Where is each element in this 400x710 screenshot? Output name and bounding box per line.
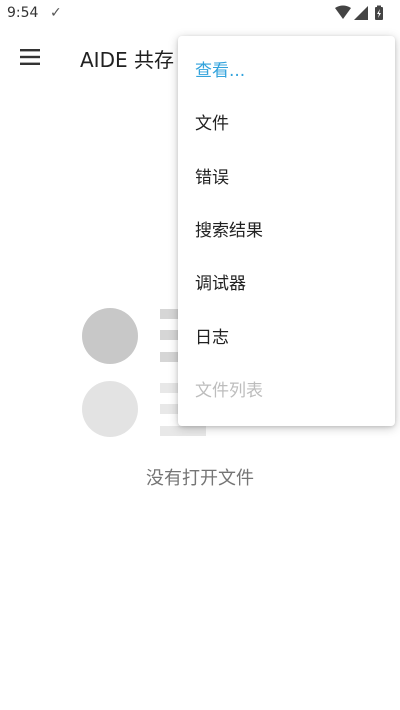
file-circle-top [82,308,138,364]
battery-charging-icon [375,5,383,20]
hamburger-menu-icon [20,49,40,65]
menu-item-errors[interactable]: 错误 [178,152,395,205]
file-circle-bottom [82,381,138,437]
menu-item-log[interactable]: 日志 [178,312,395,365]
status-bar: 9:54 ✓ [0,0,400,28]
status-time: 9:54 [7,5,39,21]
menu-item-files[interactable]: 文件 [178,98,395,151]
menu-item-file-list: 文件列表 [195,381,263,401]
overflow-menu: 查看... 文件 错误 搜索结果 调试器 日志 文件列表 [178,36,395,426]
app-title: AIDE 共存 [80,48,174,72]
menu-item-view[interactable]: 查看... [178,45,395,98]
status-check-icon: ✓ [50,5,62,21]
menu-item-debugger[interactable]: 调试器 [178,258,395,311]
file-line [160,426,206,436]
navigation-menu-button[interactable] [12,41,48,73]
status-icons [335,5,383,20]
wifi-icon [335,5,351,19]
empty-state-message: 没有打开文件 [146,468,254,489]
cell-signal-icon [354,6,368,20]
menu-item-search-results[interactable]: 搜索结果 [178,205,395,258]
